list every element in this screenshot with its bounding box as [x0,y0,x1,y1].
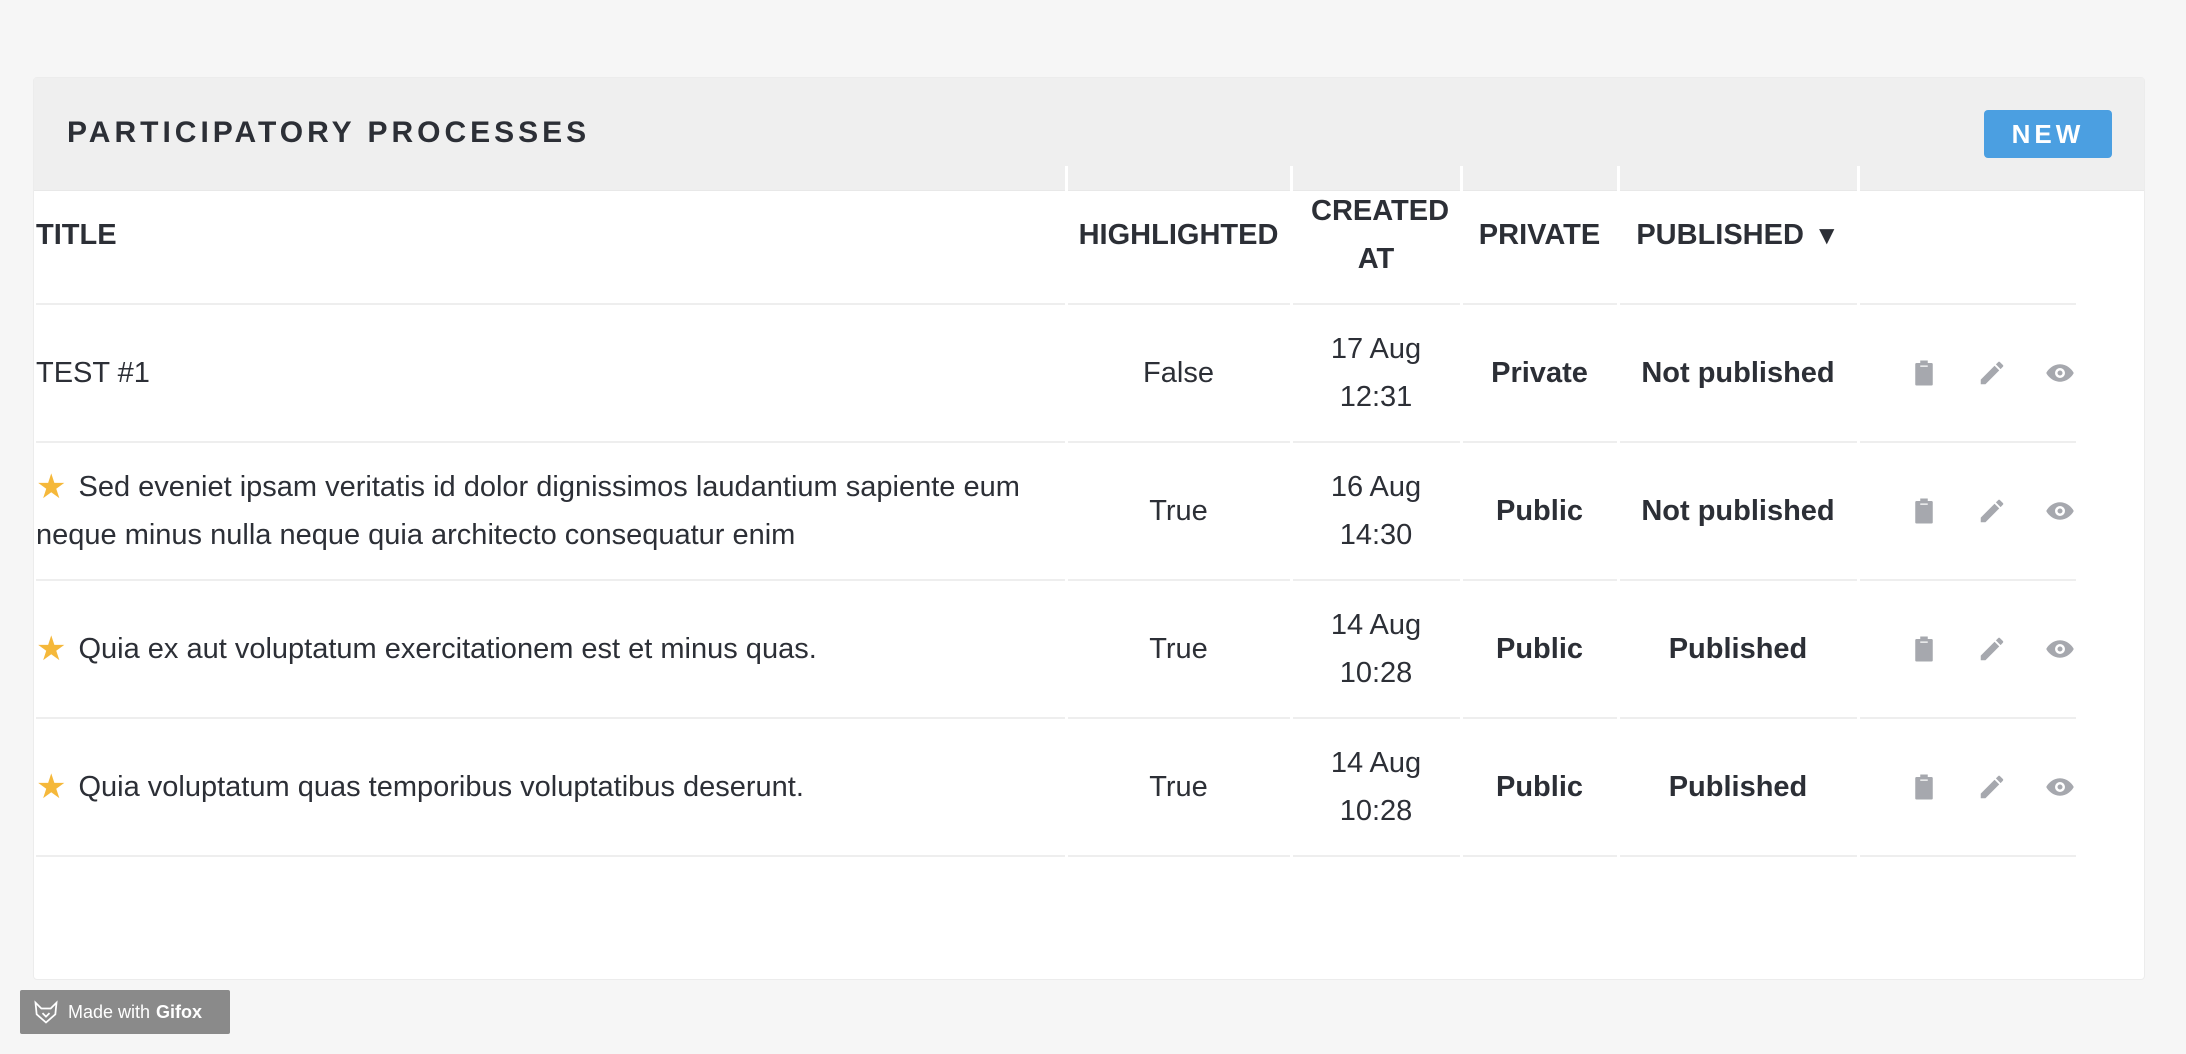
row-actions [1870,633,2077,665]
row-actions [1870,495,2077,527]
created-date: 16 Aug [1330,471,1422,503]
column-header-created-at[interactable]: CREATED AT [1291,166,1463,305]
process-title[interactable]: Sed eveniet ipsam veritatis id dolor dig… [36,471,1020,551]
processes-table: TITLE HIGHLIGHTED CREATED AT PRIVATE PUB… [36,166,2076,857]
cell-actions [1858,580,2077,719]
row-actions [1870,357,2077,389]
clipboard-icon[interactable] [1908,771,1940,803]
created-date: 14 Aug [1330,747,1422,779]
eye-icon[interactable] [2044,495,2076,527]
cell-published-status: Not published [1618,442,1860,581]
star-icon: ★ [36,630,67,668]
eye-icon[interactable] [2044,771,2076,803]
new-process-button[interactable]: NEW [1984,110,2112,158]
sort-desc-icon: ▼ [1813,219,1840,250]
cell-actions [1858,304,2077,443]
created-date: 17 Aug [1330,333,1422,365]
cell-title: TEST #1 [36,304,1068,443]
process-title[interactable]: TEST #1 [36,357,150,389]
column-header-published-label: PUBLISHED [1636,218,1804,251]
cell-private-status: Public [1461,442,1620,581]
star-icon: ★ [36,768,67,806]
pencil-icon[interactable] [1976,771,2008,803]
cell-private-status: Public [1461,718,1620,857]
created-time: 12:31 [1339,381,1413,413]
created-time: 14:30 [1339,519,1413,551]
cell-actions [1858,718,2077,857]
created-time: 10:28 [1339,795,1413,827]
process-title[interactable]: Quia voluptatum quas temporibus voluptat… [78,771,803,803]
pencil-icon[interactable] [1976,495,2008,527]
badge-prefix: Made with [68,1001,151,1022]
cell-actions [1858,442,2077,581]
process-title[interactable]: Quia ex aut voluptatum exercitationem es… [78,633,816,665]
fox-icon [34,1000,58,1024]
cell-private-status: Private [1461,304,1620,443]
cell-title: ★ Quia voluptatum quas temporibus volupta… [36,718,1068,857]
gifox-watermark: Made with Gifox [20,990,230,1034]
column-header-highlighted[interactable]: HIGHLIGHTED [1066,166,1293,305]
cell-title: ★ Sed eveniet ipsam veritatis id dolor di… [36,442,1068,581]
eye-icon[interactable] [2044,633,2076,665]
pencil-icon[interactable] [1976,633,2008,665]
table-row: ★ Sed eveniet ipsam veritatis id dolor di… [36,442,2077,581]
column-header-created-at-label: CREATED AT [1311,194,1450,275]
pencil-icon[interactable] [1976,357,2008,389]
cell-created-at: 14 Aug 10:28 [1291,718,1463,857]
cell-highlighted: True [1066,442,1293,581]
table-header-row: TITLE HIGHLIGHTED CREATED AT PRIVATE PUB… [36,166,2076,305]
cell-highlighted: True [1066,580,1293,719]
cell-created-at: 17 Aug 12:31 [1291,304,1463,443]
cell-title: ★ Quia ex aut voluptatum exercitationem e… [36,580,1068,719]
column-header-actions [1858,166,2076,305]
column-header-published[interactable]: PUBLISHED ▼ [1618,166,1860,305]
clipboard-icon[interactable] [1908,357,1940,389]
eye-icon[interactable] [2044,357,2076,389]
cell-published-status: Not published [1618,304,1860,443]
page-title: PARTICIPATORY PROCESSES [67,116,591,149]
created-time: 10:28 [1339,657,1413,689]
row-actions [1870,771,2077,803]
cell-highlighted: False [1066,304,1293,443]
table-row: TEST #1 False 17 Aug 12:31 Private Not publis… [36,304,2077,443]
clipboard-icon[interactable] [1908,495,1940,527]
table-row: ★ Quia ex aut voluptatum exercitationem e… [36,580,2077,719]
column-header-private[interactable]: PRIVATE [1461,166,1620,305]
star-icon: ★ [36,468,67,506]
cell-published-status: Published [1618,718,1860,857]
cell-created-at: 16 Aug 14:30 [1291,442,1463,581]
cell-private-status: Public [1461,580,1620,719]
created-date: 14 Aug [1330,609,1422,641]
cell-created-at: 14 Aug 10:28 [1291,580,1463,719]
column-header-title[interactable]: TITLE [36,166,1068,305]
table-row: ★ Quia voluptatum quas temporibus volupta… [36,718,2077,857]
clipboard-icon[interactable] [1908,633,1940,665]
cell-published-status: Published [1618,580,1860,719]
cell-highlighted: True [1066,718,1293,857]
badge-brand: Gifox [156,1001,203,1022]
